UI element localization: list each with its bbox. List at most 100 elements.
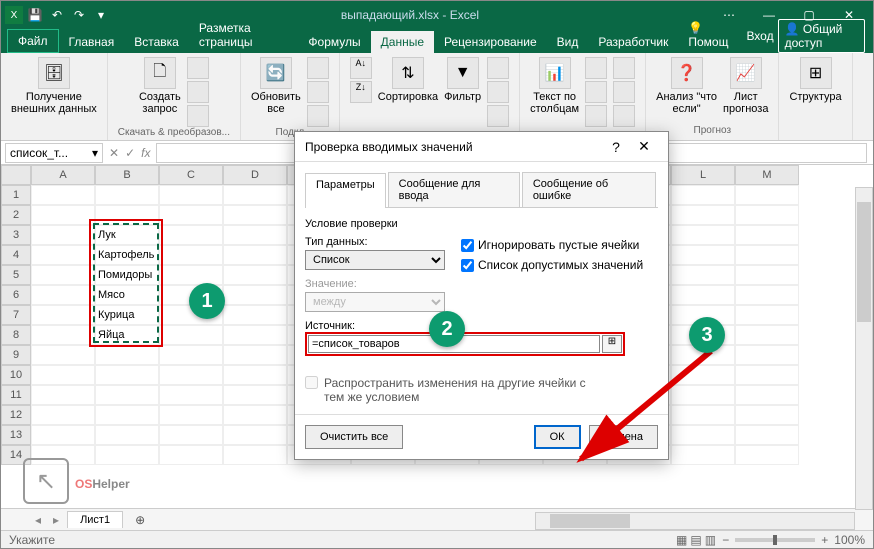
cell[interactable]	[31, 425, 95, 445]
cell[interactable]	[223, 385, 287, 405]
tab-data[interactable]: Данные	[371, 31, 434, 53]
cell[interactable]	[735, 185, 799, 205]
cell[interactable]	[95, 345, 159, 365]
qat-more-icon[interactable]: ▾	[91, 5, 111, 25]
cell[interactable]	[735, 365, 799, 385]
manage-data-model-button[interactable]	[613, 105, 635, 127]
col-header[interactable]: A	[31, 165, 95, 185]
cell-b5[interactable]: Помидоры	[95, 265, 159, 285]
name-box[interactable]: список_т...▾	[5, 143, 103, 163]
sort-desc-button[interactable]: Z↓	[350, 81, 372, 103]
select-all-corner[interactable]	[1, 165, 31, 185]
tab-help[interactable]: 💡 Помощ	[678, 17, 746, 53]
cell[interactable]	[223, 425, 287, 445]
cell[interactable]	[735, 425, 799, 445]
col-header[interactable]: C	[159, 165, 223, 185]
cell[interactable]	[159, 185, 223, 205]
zoom-level[interactable]: 100%	[834, 533, 865, 547]
row-header[interactable]: 10	[1, 365, 31, 385]
relationships-button[interactable]	[613, 81, 635, 103]
cell[interactable]	[671, 285, 735, 305]
fx-icon[interactable]: fx	[141, 146, 150, 160]
tab-developer[interactable]: Разработчик	[588, 31, 678, 53]
dialog-help-icon[interactable]: ?	[602, 139, 630, 155]
cell[interactable]	[223, 305, 287, 325]
vertical-scrollbar[interactable]	[855, 187, 873, 510]
cell[interactable]	[735, 205, 799, 225]
cell[interactable]	[735, 245, 799, 265]
sheet-nav-prev[interactable]: ◂	[31, 513, 45, 527]
text-to-columns-button[interactable]: 📊Текст по столбцам	[530, 57, 579, 127]
chevron-down-icon[interactable]: ▾	[92, 146, 98, 160]
cell[interactable]	[159, 265, 223, 285]
row-header[interactable]: 5	[1, 265, 31, 285]
cell[interactable]	[671, 265, 735, 285]
cell[interactable]	[159, 245, 223, 265]
in-cell-dropdown-checkbox[interactable]	[461, 259, 474, 272]
refresh-all-button[interactable]: 🔄Обновить все	[251, 57, 301, 127]
cell[interactable]	[735, 225, 799, 245]
edit-links-button[interactable]	[307, 105, 329, 127]
zoom-out-button[interactable]: −	[722, 533, 729, 547]
cell[interactable]	[735, 445, 799, 465]
cell[interactable]	[735, 285, 799, 305]
sort-asc-button[interactable]: A↓	[350, 57, 372, 79]
cell[interactable]	[95, 365, 159, 385]
cell-b7[interactable]: Курица	[95, 305, 159, 325]
cell[interactable]	[31, 325, 95, 345]
row-header[interactable]: 6	[1, 285, 31, 305]
cell[interactable]	[735, 385, 799, 405]
cell[interactable]	[671, 245, 735, 265]
share-button[interactable]: 👤 Общий доступ	[778, 19, 865, 53]
flash-fill-button[interactable]	[585, 57, 607, 79]
sort-button[interactable]: ⇅Сортировка	[378, 57, 438, 127]
cell[interactable]	[159, 405, 223, 425]
cell[interactable]	[671, 185, 735, 205]
cell[interactable]	[159, 425, 223, 445]
cell[interactable]	[31, 205, 95, 225]
row-header[interactable]: 1	[1, 185, 31, 205]
sheet-tab[interactable]: Лист1	[67, 511, 123, 528]
row-header[interactable]: 9	[1, 345, 31, 365]
whatif-button[interactable]: ❓Анализ "что если"	[656, 57, 717, 115]
zoom-slider[interactable]	[735, 538, 815, 542]
zoom-in-button[interactable]: +	[821, 533, 828, 547]
tab-file[interactable]: Файл	[7, 29, 59, 53]
add-sheet-button[interactable]: ⊕	[127, 513, 153, 527]
remove-dup-button[interactable]	[585, 81, 607, 103]
cell[interactable]	[159, 345, 223, 365]
cell[interactable]	[735, 325, 799, 345]
cell[interactable]	[31, 405, 95, 425]
view-pagebreak-icon[interactable]: ▥	[705, 533, 716, 547]
cell[interactable]	[735, 405, 799, 425]
cell[interactable]	[31, 285, 95, 305]
dialog-tab-error-alert[interactable]: Сообщение об ошибке	[522, 172, 656, 207]
consolidate-button[interactable]	[613, 57, 635, 79]
tab-view[interactable]: Вид	[547, 31, 589, 53]
dialog-tab-parameters[interactable]: Параметры	[305, 173, 386, 208]
cell[interactable]	[223, 365, 287, 385]
cell-b4[interactable]: Картофель	[95, 245, 159, 265]
data-validation-button[interactable]	[585, 105, 607, 127]
row-header[interactable]: 2	[1, 205, 31, 225]
tab-insert[interactable]: Вставка	[124, 31, 189, 53]
row-header[interactable]: 3	[1, 225, 31, 245]
cell[interactable]	[31, 225, 95, 245]
cell[interactable]	[671, 205, 735, 225]
cell[interactable]	[31, 245, 95, 265]
filter-button[interactable]: ▼Фильтр	[444, 57, 481, 127]
cell[interactable]	[31, 345, 95, 365]
cell[interactable]	[223, 405, 287, 425]
cell[interactable]	[223, 445, 287, 465]
new-query-button[interactable]: 🗋Создать запрос	[139, 57, 181, 127]
cell[interactable]	[159, 225, 223, 245]
cancel-formula-icon[interactable]: ✕	[109, 146, 119, 160]
tab-formulas[interactable]: Формулы	[298, 31, 370, 53]
row-header[interactable]: 11	[1, 385, 31, 405]
from-table-button[interactable]	[187, 81, 209, 103]
cell[interactable]	[223, 325, 287, 345]
redo-icon[interactable]: ↷	[69, 5, 89, 25]
clear-filter-button[interactable]	[487, 57, 509, 79]
cell[interactable]	[735, 345, 799, 365]
cell[interactable]	[31, 185, 95, 205]
